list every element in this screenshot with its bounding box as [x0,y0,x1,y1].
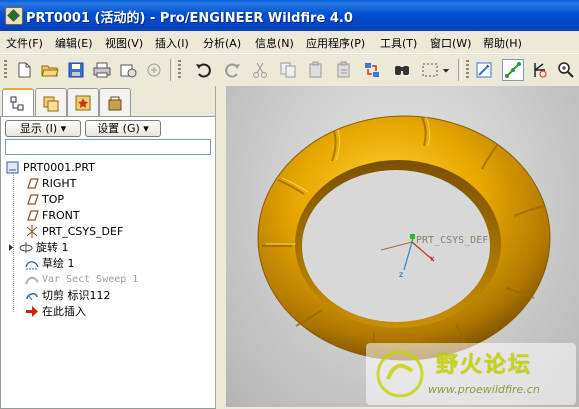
toolbar-separator [458,59,462,81]
toolbar-grip[interactable] [4,60,7,80]
toolbar-separator [170,59,174,81]
undo-icon[interactable] [194,60,214,80]
model-tree: PRT0001.PRT RIGHT TOP FRONT PRT_CSYS_DEF [1,157,215,407]
toolbar-grip[interactable] [178,60,181,80]
tab-folder-browser[interactable] [35,88,67,116]
redo-icon[interactable] [222,60,242,80]
settings-dropdown[interactable]: 设置 (G) ▾ [85,120,161,137]
watermark-url: www.proewildfire.cn [428,383,540,396]
model-tree-pane: 显示 (I) ▾ 设置 (G) ▾ PRT0001.PRT RIGHT TOP … [0,116,216,409]
paste-icon[interactable] [306,60,326,80]
show-dropdown[interactable]: 显示 (I) ▾ [5,120,81,137]
tree-item-label: PRT_CSYS_DEF [42,225,124,238]
toolbar-grip[interactable] [466,60,469,80]
menu-bar: 文件(F) 编辑(E) 视图(V) 插入(I) 分析(A) 信息(N) 应用程序… [0,31,579,53]
tree-item-label: PRT0001.PRT [23,161,95,174]
menu-analysis[interactable]: 分析(A) [203,35,241,51]
model-tree-icon [10,96,24,111]
tab-model-tree[interactable] [2,88,34,118]
print-icon[interactable] [92,60,112,80]
axis-x-label: x [430,254,435,263]
tree-item-label: 草绘 1 [42,257,75,270]
cut-icon[interactable] [250,60,270,80]
save-icon[interactable] [66,60,86,80]
expand-arrow-icon[interactable] [9,244,14,251]
connections-icon [108,96,122,111]
watermark-title: 野火论坛 [436,353,533,378]
app-icon [5,7,23,25]
select-box-icon[interactable] [420,60,440,80]
csys-icon [26,225,38,238]
menu-file[interactable]: 文件(F) [6,35,43,51]
folder-icon [43,96,59,112]
zoom-in-icon[interactable] [556,60,576,80]
tab-connections[interactable] [99,88,131,116]
orient-icon[interactable] [530,60,550,80]
cut-feature-icon [26,293,38,301]
panel-splitter[interactable] [215,86,226,407]
menu-info[interactable]: 信息(N) [255,35,294,51]
spin-center-icon[interactable] [502,59,524,81]
menu-insert[interactable]: 插入(I) [155,35,189,51]
favorites-icon [75,95,91,111]
menu-edit[interactable]: 编辑(E) [55,35,93,51]
email-icon[interactable] [118,60,138,80]
tab-favorites[interactable] [67,88,99,116]
csys-label: PRT_CSYS_DEF [416,235,489,246]
main-toolbar [0,53,579,87]
window-title: PRT0001 (活动的) - Pro/ENGINEER Wildfire 4.… [26,11,353,26]
tree-item-label: FRONT [42,209,80,222]
open-icon[interactable] [40,60,60,80]
regenerate-icon[interactable] [362,60,382,80]
graphics-window[interactable]: x z PRT_CSYS_DEF 野火论坛 www.proewildfire.c… [226,86,579,407]
tree-connector [13,171,14,312]
navigator-panel: 显示 (I) ▾ 设置 (G) ▾ PRT0001.PRT RIGHT TOP … [0,86,216,409]
copy-icon[interactable] [278,60,298,80]
menu-view[interactable]: 视图(V) [105,35,143,51]
datum-plane-icon [27,210,39,221]
tree-item-label: Var Sect Sweep 1 [42,274,139,285]
tree-filter-input[interactable] [5,139,211,155]
menu-applications[interactable]: 应用程序(P) [306,35,365,51]
part-icon [6,161,19,174]
insert-here-arrow-icon [26,306,38,317]
menu-help[interactable]: 帮助(H) [483,35,522,51]
forum-logo-icon [376,350,424,398]
tree-item-label: RIGHT [42,177,77,190]
tree-item-label: 在此插入 [42,305,86,318]
tree-item-label: 旋转 1 [36,241,69,254]
revolve-icon [19,242,33,253]
forum-watermark: 野火论坛 www.proewildfire.cn [366,343,576,405]
datum-plane-icon [27,194,39,205]
tree-item-label: 切剪 标识112 [42,289,111,302]
suppressed-sweep-icon [25,276,39,285]
email-attach-icon[interactable] [144,60,164,80]
axis-z-label: z [399,270,403,279]
find-icon[interactable] [392,60,412,80]
sketch-icon [25,261,39,270]
paste-special-icon[interactable] [334,60,354,80]
menu-tools[interactable]: 工具(T) [380,35,417,51]
tree-item-label: TOP [42,193,65,206]
new-icon[interactable] [14,60,34,80]
datum-plane-icon [27,178,39,189]
title-bar: PRT0001 (活动的) - Pro/ENGINEER Wildfire 4.… [0,0,579,31]
select-dropdown-icon[interactable] [440,60,452,80]
menu-window[interactable]: 窗口(W) [430,35,471,51]
repaint-icon[interactable] [474,60,494,80]
